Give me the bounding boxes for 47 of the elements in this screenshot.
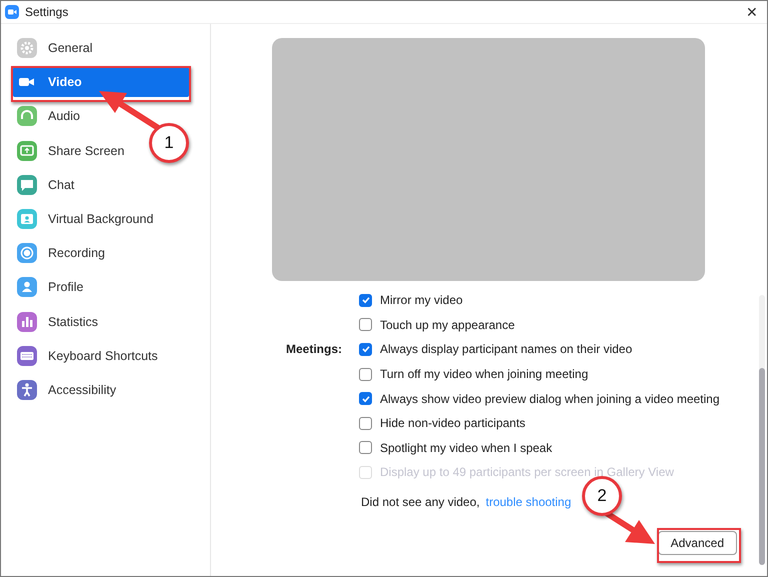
sidebar-item[interactable]: Virtual Background [13, 204, 158, 234]
checkbox[interactable] [359, 342, 372, 356]
checkbox-label: Spotlight my video when I speak [380, 440, 552, 455]
checkmark-icon [360, 344, 370, 354]
share-icon [17, 140, 37, 161]
window-title: Settings [25, 5, 70, 19]
chat-icon [17, 174, 37, 195]
checkbox-label: Always show video preview dialog when joining a video meeting [380, 392, 720, 406]
callout-number: 2 [582, 476, 622, 516]
close-button[interactable]: ✕ [737, 1, 767, 23]
checkbox[interactable] [359, 294, 372, 307]
checkbox[interactable] [359, 318, 372, 332]
app-logo-icon [5, 5, 19, 19]
sidebar-item[interactable]: Video [13, 67, 189, 98]
checkbox-label: Mirror my video [380, 293, 463, 308]
callout-number: 1 [149, 123, 189, 163]
sidebar-item[interactable]: Audio [13, 101, 84, 132]
accessibility-icon [17, 380, 37, 400]
gear-icon [17, 38, 37, 58]
checkbox-label: Hide non-video participants [380, 416, 526, 430]
headphones-icon [17, 106, 37, 126]
advanced-button[interactable]: Advanced [658, 530, 737, 555]
checkbox[interactable] [359, 368, 372, 381]
sidebar-item[interactable]: Recording [13, 238, 109, 268]
sidebar-item[interactable]: Keyboard Shortcuts [13, 340, 162, 371]
checkmark-icon [360, 394, 370, 404]
checkmark-icon [360, 295, 370, 306]
keyboard-icon [17, 346, 37, 366]
person-icon [17, 277, 37, 298]
sidebar-item[interactable]: Share Screen [13, 136, 128, 166]
checkbox[interactable] [359, 392, 372, 406]
sidebar-item[interactable]: General [13, 33, 96, 63]
sidebar-item[interactable]: Chat [13, 170, 78, 200]
checkbox[interactable] [359, 441, 372, 454]
bars-icon [17, 312, 37, 332]
help-text: Did not see any video, [361, 494, 480, 509]
checkbox-label: Always display participant names on their video [380, 342, 632, 356]
sidebar-item[interactable]: Accessibility [13, 374, 120, 405]
sidebar-item[interactable]: Statistics [13, 306, 102, 336]
section-label: Meetings: [286, 342, 342, 356]
sidebar-item[interactable]: Profile [13, 272, 88, 302]
record-icon [17, 243, 37, 264]
checkbox[interactable] [359, 416, 372, 430]
checkbox-label: Turn off my video when joining meeting [380, 367, 588, 382]
checkbox-label: Touch up my appearance [380, 318, 515, 332]
person-frame-icon [17, 208, 37, 229]
scrollbar[interactable] [759, 295, 765, 565]
